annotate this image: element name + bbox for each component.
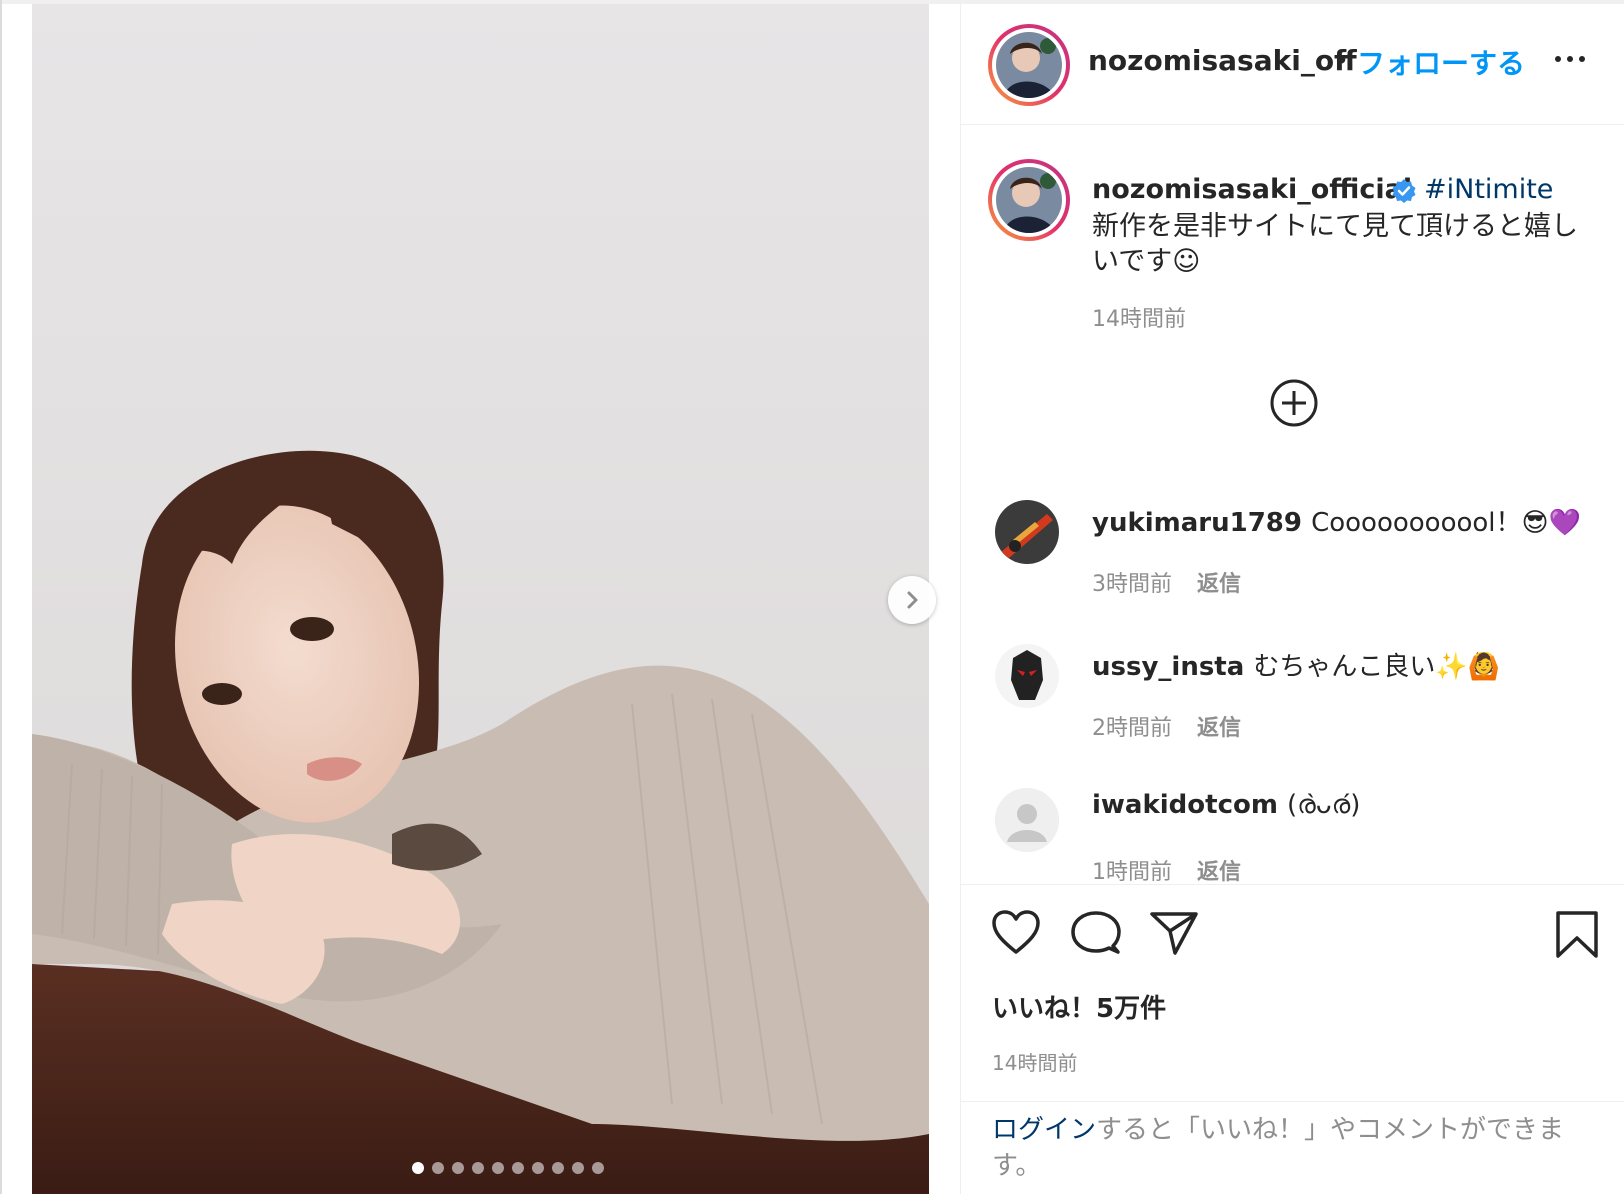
chevron-right-icon xyxy=(907,591,918,609)
comment-username[interactable]: yukimaru1789 xyxy=(1092,508,1302,538)
follow-button[interactable]: フォローする xyxy=(1357,42,1525,82)
share-icon[interactable] xyxy=(1149,910,1199,956)
reply-button[interactable]: 返信 xyxy=(1197,572,1241,597)
caption-hashtag[interactable]: #iNtimite xyxy=(1424,174,1553,205)
comment-text: (ര̀ᴗര́) xyxy=(1287,790,1361,820)
comment-username[interactable]: ussy_insta xyxy=(1092,652,1244,682)
reply-button[interactable]: 返信 xyxy=(1197,860,1241,884)
caption-avatar[interactable] xyxy=(988,159,1070,241)
author-avatar[interactable] xyxy=(988,24,1070,106)
carousel-dot xyxy=(592,1162,604,1174)
more-icon[interactable] xyxy=(1555,56,1585,62)
avatar-image xyxy=(996,167,1062,233)
comment-timestamp[interactable]: 3時間前 xyxy=(1092,572,1172,597)
avatar-image xyxy=(995,500,1059,564)
carousel-dot xyxy=(572,1162,584,1174)
commenter-avatar[interactable] xyxy=(995,500,1059,564)
post-header: nozomisasaki_off • フォローする xyxy=(961,4,1624,125)
carousel-dot xyxy=(532,1162,544,1174)
portrait-image xyxy=(32,4,929,1194)
carousel-dot xyxy=(492,1162,504,1174)
like-count[interactable]: いいね！5万件 xyxy=(992,988,1166,1025)
carousel-dot xyxy=(552,1162,564,1174)
login-link[interactable]: ログイン xyxy=(992,1115,1096,1145)
comment-3: iwakidotcom (ര̀ᴗര́) xyxy=(1092,790,1360,821)
header-username[interactable]: nozomisasaki_off xyxy=(1088,44,1357,77)
default-avatar-icon xyxy=(995,788,1059,852)
carousel-dot xyxy=(452,1162,464,1174)
caption-text: 新作を是非サイトにて見て頂けると嬉しいです☺︎ xyxy=(1092,211,1578,277)
carousel-indicator xyxy=(412,1162,604,1174)
add-comment-icon[interactable] xyxy=(1269,378,1319,428)
header-separator: • xyxy=(1333,44,1350,77)
caption-timestamp[interactable]: 14時間前 xyxy=(1092,301,1186,333)
actions-divider xyxy=(961,884,1624,885)
carousel-dot xyxy=(432,1162,444,1174)
comment-2-meta: 2時間前 返信 xyxy=(1092,710,1241,742)
comment-2: ussy_insta むちゃんこ良い✨🙆 xyxy=(1092,646,1500,683)
avatar-image xyxy=(996,32,1062,98)
post-photo[interactable] xyxy=(32,4,929,1194)
next-slide-button[interactable] xyxy=(888,576,936,624)
comment-timestamp[interactable]: 2時間前 xyxy=(1092,716,1172,741)
post-sidebar: nozomisasaki_off • フォローする nozomisasaki_o… xyxy=(960,4,1624,1194)
login-divider xyxy=(961,1101,1624,1102)
comment-text: むちゃんこ良い✨🙆 xyxy=(1253,652,1501,682)
login-prompt: ログインすると「いいね！」やコメントができます。 xyxy=(992,1112,1592,1184)
carousel-dot xyxy=(512,1162,524,1174)
carousel-dot xyxy=(472,1162,484,1174)
comment-1: yukimaru1789 Cooooooooool！😎💜 xyxy=(1092,502,1581,539)
comment-3-meta-clip: 1時間前 返信 xyxy=(961,852,1624,884)
caption-username[interactable]: nozomisasaki_official xyxy=(1092,174,1412,205)
comment-timestamp[interactable]: 1時間前 xyxy=(1092,860,1172,884)
comment-3-meta: 1時間前 返信 xyxy=(1092,854,1241,884)
comment-text: Cooooooooool！😎💜 xyxy=(1311,508,1581,538)
reply-button[interactable]: 返信 xyxy=(1197,716,1241,741)
comment-username[interactable]: iwakidotcom xyxy=(1092,790,1278,820)
commenter-avatar[interactable] xyxy=(995,644,1059,708)
comment-1-meta: 3時間前 返信 xyxy=(1092,566,1241,598)
comment-icon[interactable] xyxy=(1071,910,1121,958)
post-timestamp[interactable]: 14時間前 xyxy=(992,1047,1077,1076)
bookmark-icon[interactable] xyxy=(1555,910,1599,960)
carousel-dot xyxy=(412,1162,424,1174)
commenter-avatar[interactable] xyxy=(995,788,1059,852)
avatar-image xyxy=(995,644,1059,708)
post-window: nozomisasaki_off • フォローする nozomisasaki_o… xyxy=(0,0,1624,1194)
left-divider xyxy=(0,0,2,1194)
verified-icon xyxy=(1392,179,1416,203)
heart-icon[interactable] xyxy=(991,910,1041,956)
